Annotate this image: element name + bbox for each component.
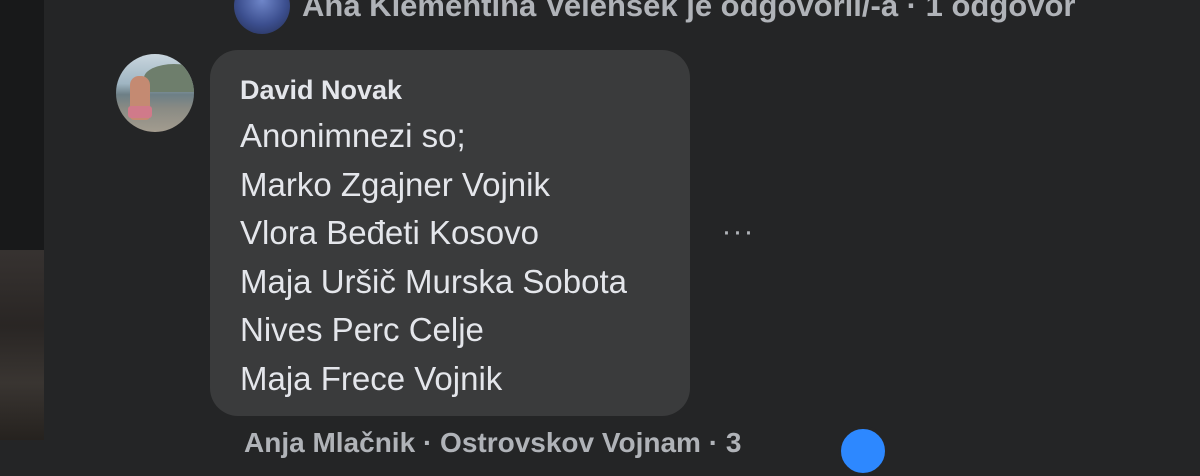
comment-line: Marko Zgajner Vojnik	[240, 165, 550, 203]
comment-thread: Ana Klementina Velenšek je odgovoril/-a …	[44, 0, 1200, 476]
comment-line: Nives Perc Celje	[240, 311, 484, 348]
comment-line: Maja Frece Vojnik	[240, 359, 503, 397]
comment-line: Maja Uršič Murska Sobota	[240, 262, 627, 300]
next-comment-preview[interactable]: Anja Mlačnik · Ostrovskov Vojnam · 3	[244, 427, 741, 458]
reply-summary-link[interactable]: Ana Klementina Velenšek je odgovoril/-a …	[234, 0, 1076, 34]
comment-body: Anonimnezi so; Marko Zgajner Vojnik Vlor…	[240, 112, 660, 403]
avatar-shorts	[128, 106, 152, 118]
reply-summary-text: Ana Klementina Velenšek je odgovoril/-a …	[302, 0, 1076, 23]
left-thumbnail-image	[0, 250, 44, 440]
comment-author[interactable]: David Novak	[240, 72, 660, 108]
comment-line: Anonimnezi so;	[240, 117, 466, 154]
comment-line: Vlora Beđeti Kosovo	[240, 214, 540, 251]
left-panel-strip	[0, 0, 44, 440]
avatar[interactable]	[116, 54, 194, 132]
more-options-icon[interactable]: ···	[716, 212, 760, 252]
replier-avatar	[234, 0, 290, 34]
comment-bubble: David Novak Anonimnezi so; Marko Zgajner…	[210, 50, 690, 416]
reaction-badge-icon	[838, 426, 888, 476]
avatar-landscape	[144, 64, 194, 92]
